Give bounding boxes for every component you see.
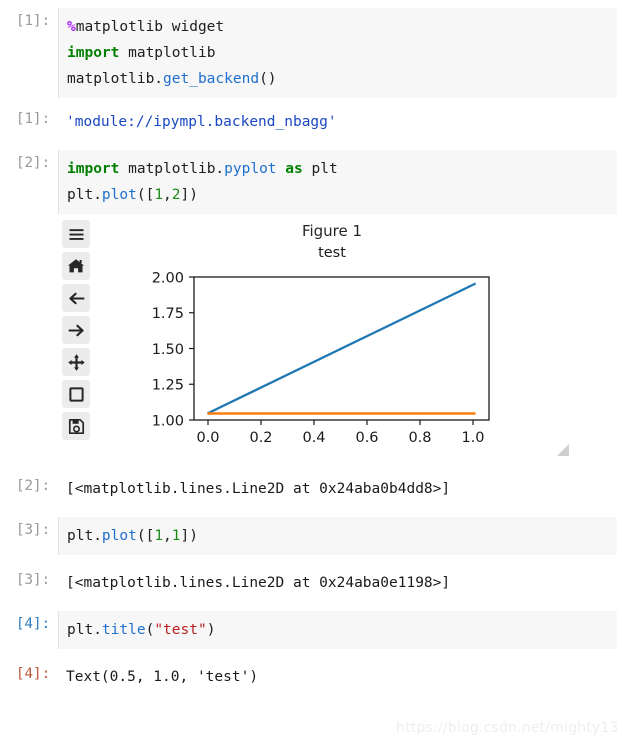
chart-plot-area: 2.00 1.75 1.50 1.25 1.00 0.0 0.2 0.4 0.6… xyxy=(152,271,490,446)
code-line: import matplotlib xyxy=(67,45,216,61)
input-prompt-1: [1]: xyxy=(15,13,50,29)
code-input-4[interactable]: plt.title("test") xyxy=(58,611,617,649)
input-prompt-2: [2]: xyxy=(15,155,50,171)
code-cell-4: [4]: plt.title("test") xyxy=(0,611,617,649)
x-axis-tick-labels: 0.0 0.2 0.4 0.6 0.8 1.0 xyxy=(196,430,484,446)
code-input-2[interactable]: import matplotlib.pyplot as plt plt.plot… xyxy=(58,150,617,214)
output-prompt-1: [1]: xyxy=(15,111,50,127)
y-tick-label: 1.00 xyxy=(152,414,184,430)
arrow-left-icon xyxy=(67,289,86,308)
code-line: matplotlib.get_backend() xyxy=(67,71,277,87)
code-input-3[interactable]: plt.plot([1,1]) xyxy=(58,517,617,555)
code-line: %matplotlib widget xyxy=(67,19,225,35)
output-cell-1: [1]: 'module://ipympl.backend_nbagg' xyxy=(0,106,617,138)
figure-container[interactable]: Figure 1 test 2.00 1.75 1.50 1.25 1.00 0… xyxy=(58,214,570,459)
output-text-2: [<matplotlib.lines.Line2D at 0x24aba0b4d… xyxy=(58,473,617,505)
code-line: import matplotlib.pyplot as plt xyxy=(67,161,338,177)
output-prompt-3: [3]: xyxy=(15,572,50,588)
notebook-page: [1]: %matplotlib widget import matplotli… xyxy=(0,8,617,742)
code-cell-3: [3]: plt.plot([1,1]) xyxy=(0,517,617,555)
output-text-3: [<matplotlib.lines.Line2D at 0x24aba0e11… xyxy=(58,567,617,599)
output-prompt-2: [2]: xyxy=(15,478,50,494)
output-cell-3: [3]: [<matplotlib.lines.Line2D at 0x24ab… xyxy=(0,567,617,599)
arrow-right-icon xyxy=(67,321,86,340)
chart-title: test xyxy=(318,245,346,261)
figure-canvas[interactable]: Figure 1 test 2.00 1.75 1.50 1.25 1.00 0… xyxy=(94,214,570,459)
output-text-4: Text(0.5, 1.0, 'test') xyxy=(58,661,617,693)
output-line: Text(0.5, 1.0, 'test') xyxy=(66,669,259,685)
square-icon-button[interactable] xyxy=(62,380,90,408)
y-tick-label: 1.25 xyxy=(152,378,184,394)
output-prompt-4: [4]: xyxy=(15,666,50,682)
code-line: plt.plot([1,1]) xyxy=(67,528,198,544)
code-cell-2: [2]: import matplotlib.pyplot as plt plt… xyxy=(0,150,617,214)
move-icon xyxy=(67,353,86,372)
menu-icon xyxy=(68,226,85,243)
y-axis-tick-labels: 2.00 1.75 1.50 1.25 1.00 xyxy=(152,271,184,430)
home-icon xyxy=(67,257,85,275)
code-line: plt.title("test") xyxy=(67,622,216,638)
output-line: [<matplotlib.lines.Line2D at 0x24aba0e11… xyxy=(66,575,451,591)
figure-header-label: Figure 1 xyxy=(301,222,363,240)
output-cell-4: [4]: Text(0.5, 1.0, 'test') xyxy=(0,661,617,693)
figure-toolbar[interactable] xyxy=(58,214,94,459)
matplotlib-widget[interactable]: Figure 1 test 2.00 1.75 1.50 1.25 1.00 0… xyxy=(0,214,617,459)
menu-icon-button[interactable] xyxy=(62,220,90,248)
x-tick-label: 0.4 xyxy=(302,430,325,446)
x-axis-ticks xyxy=(207,420,474,425)
x-tick-label: 0.0 xyxy=(196,430,219,446)
code-line: plt.plot([1,2]) xyxy=(67,187,198,203)
save-icon xyxy=(68,418,85,435)
x-tick-label: 0.8 xyxy=(408,430,431,446)
arrow-left-icon-button[interactable] xyxy=(62,284,90,312)
output-line: 'module://ipympl.backend_nbagg' xyxy=(66,114,337,130)
x-tick-label: 0.2 xyxy=(249,430,272,446)
figure-prompt-spacer xyxy=(0,214,58,240)
y-tick-label: 1.50 xyxy=(152,342,184,358)
code-cell-1: [1]: %matplotlib widget import matplotli… xyxy=(0,8,617,98)
output-text-1: 'module://ipympl.backend_nbagg' xyxy=(58,106,617,138)
input-prompt-4: [4]: xyxy=(15,616,50,632)
code-input-1[interactable]: %matplotlib widget import matplotlib mat… xyxy=(58,8,617,98)
move-icon-button[interactable] xyxy=(62,348,90,376)
y-tick-label: 2.00 xyxy=(152,271,184,287)
input-prompt-3: [3]: xyxy=(15,522,50,538)
y-axis-ticks xyxy=(189,276,194,421)
square-icon xyxy=(68,386,85,403)
watermark-text: https://blog.csdn.net/mighty13 xyxy=(396,720,617,736)
home-icon-button[interactable] xyxy=(62,252,90,280)
x-tick-label: 0.6 xyxy=(355,430,378,446)
x-tick-label: 1.0 xyxy=(461,430,484,446)
output-cell-2: [2]: [<matplotlib.lines.Line2D at 0x24ab… xyxy=(0,473,617,505)
output-line: [<matplotlib.lines.Line2D at 0x24aba0b4d… xyxy=(66,481,451,497)
save-icon-button[interactable] xyxy=(62,412,90,440)
arrow-right-icon-button[interactable] xyxy=(62,316,90,344)
y-tick-label: 1.75 xyxy=(152,306,184,322)
figure-resize-handle[interactable] xyxy=(556,443,570,457)
